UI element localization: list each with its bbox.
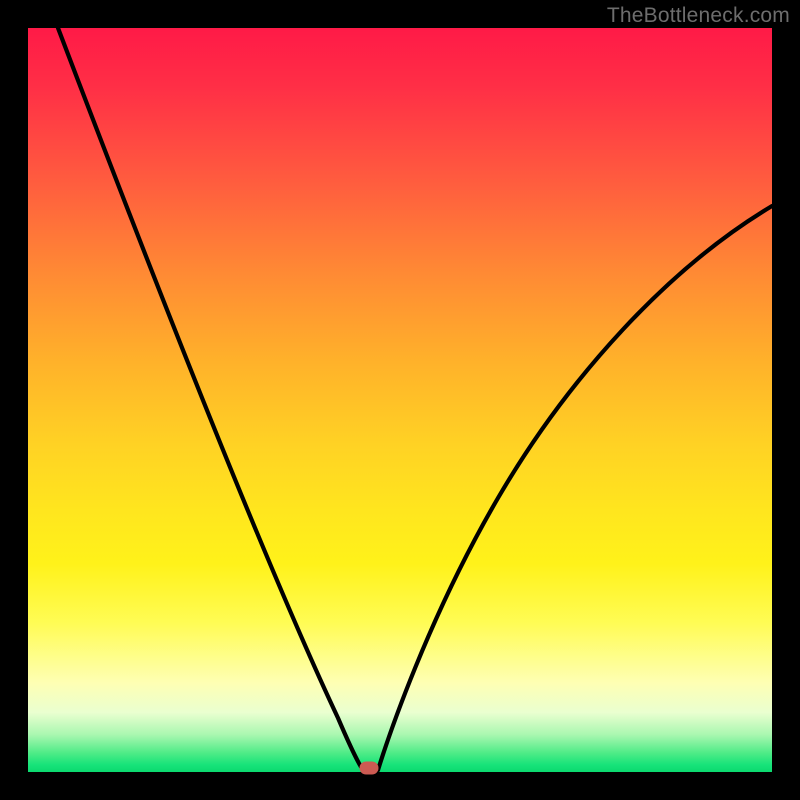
watermark-text: TheBottleneck.com	[607, 4, 790, 28]
bottleneck-curve	[28, 28, 772, 772]
curve-left-branch	[58, 28, 363, 770]
trough-marker	[360, 762, 379, 775]
curve-right-branch	[378, 206, 772, 770]
chart-plot-area	[28, 28, 772, 772]
chart-frame: TheBottleneck.com	[0, 0, 800, 800]
